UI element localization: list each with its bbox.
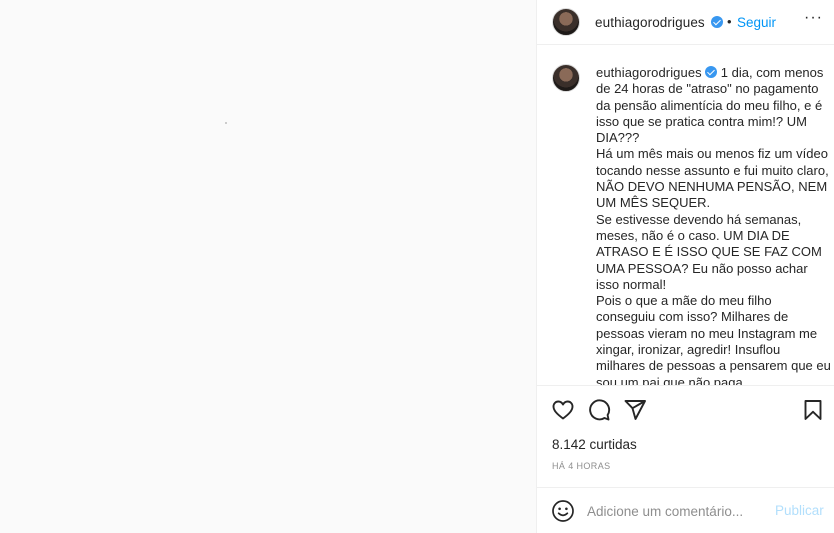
comment-button[interactable] <box>587 398 613 424</box>
post-header: euthiagorodrigues • Seguir ··· <box>537 0 834 45</box>
post-timestamp[interactable]: HÁ 4 HORAS <box>552 461 611 471</box>
post-comment-button[interactable]: Publicar <box>775 503 824 518</box>
smiley-icon <box>552 500 574 522</box>
post-side-panel: euthiagorodrigues • Seguir ··· euthiagor… <box>536 0 834 533</box>
follow-button[interactable]: Seguir <box>737 15 776 30</box>
heart-icon <box>552 400 574 420</box>
media-speck <box>225 122 227 124</box>
post-actions <box>537 396 834 426</box>
like-button[interactable] <box>551 398 577 424</box>
comment-input[interactable] <box>587 500 767 522</box>
caption-verified-icon <box>704 66 717 78</box>
header-separator: • <box>727 14 732 29</box>
verified-icon <box>711 16 723 28</box>
share-button[interactable] <box>623 398 649 424</box>
more-options-icon[interactable]: ··· <box>804 9 823 27</box>
comment-icon <box>589 399 611 421</box>
bookmark-icon <box>804 400 822 420</box>
caption-username[interactable]: euthiagorodrigues <box>596 65 702 80</box>
likes-count[interactable]: 8.142 curtidas <box>552 437 637 452</box>
header-username[interactable]: euthiagorodrigues <box>595 15 705 30</box>
caption-text: 1 dia, com menos de 24 horas de "atraso"… <box>596 65 831 386</box>
share-icon <box>624 400 646 420</box>
add-comment-bar: Publicar <box>537 487 834 533</box>
emoji-button[interactable] <box>551 499 575 523</box>
post-caption: euthiagorodrigues 1 dia, com menos de 24 … <box>596 65 831 386</box>
comments-section[interactable]: euthiagorodrigues 1 dia, com menos de 24 … <box>537 46 834 386</box>
post-media <box>0 0 536 533</box>
save-button[interactable] <box>801 398 827 424</box>
caption-avatar[interactable] <box>552 64 580 92</box>
avatar[interactable] <box>552 8 580 36</box>
